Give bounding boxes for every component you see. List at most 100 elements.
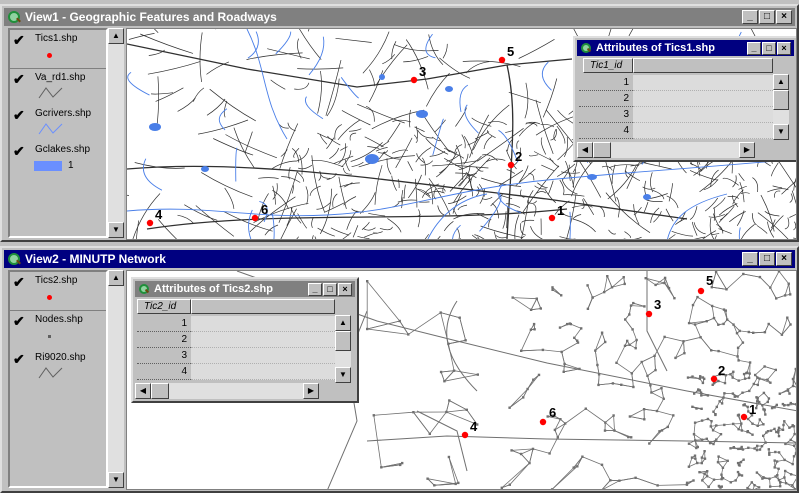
legend-entry-tics1[interactable]: ✔ Tics1.shp: [10, 30, 106, 69]
scroll-down-button[interactable]: ▼: [335, 367, 351, 383]
tic-point[interactable]: [710, 375, 718, 383]
scroll-up-button[interactable]: ▲: [773, 74, 789, 90]
view1-legend-scrollbar[interactable]: ▲ ▼: [108, 28, 124, 238]
row-id[interactable]: 3: [579, 107, 633, 123]
road-segment: [518, 38, 555, 59]
scroll-up-button[interactable]: ▲: [108, 270, 124, 286]
checkmark-icon[interactable]: ✔: [13, 143, 25, 160]
network-link: [711, 305, 715, 319]
row-id[interactable]: 3: [137, 348, 191, 364]
tic-point[interactable]: [548, 214, 556, 222]
scroll-right-button[interactable]: ▶: [739, 142, 755, 158]
checkmark-icon[interactable]: ✔: [13, 313, 25, 330]
scroll-up-button[interactable]: ▲: [108, 28, 124, 44]
tics2-attribute-titlebar[interactable]: Attributes of Tics2.shp _ □ ×: [135, 281, 355, 297]
close-button[interactable]: ×: [776, 10, 792, 24]
tics1-attribute-titlebar[interactable]: Attributes of Tics1.shp _ □ ×: [577, 40, 794, 56]
checkmark-icon[interactable]: ✔: [13, 274, 25, 291]
legend-entry-tics2[interactable]: ✔ Tics2.shp: [10, 272, 106, 311]
row-id[interactable]: 4: [579, 123, 633, 139]
maximize-button[interactable]: □: [759, 10, 775, 24]
tic-point[interactable]: [507, 161, 515, 169]
checkmark-icon[interactable]: ✔: [13, 107, 25, 124]
row-cell[interactable]: [191, 316, 335, 332]
close-button[interactable]: ×: [777, 41, 791, 55]
tic-point[interactable]: [498, 56, 506, 64]
close-button[interactable]: ×: [338, 282, 352, 296]
maximize-button[interactable]: □: [759, 252, 775, 266]
tics2-horizontal-scrollbar[interactable]: ◀ ▶: [135, 383, 319, 399]
minimize-button[interactable]: _: [308, 282, 322, 296]
tics1-horizontal-scrollbar[interactable]: ◀ ▶: [577, 142, 755, 158]
tics1-vertical-scrollbar[interactable]: ▲ ▼: [773, 74, 789, 140]
legend-entry-gclakes[interactable]: ✔ Gclakes.shp 1: [10, 141, 106, 179]
scroll-thumb[interactable]: [773, 90, 789, 110]
row-id[interactable]: 1: [579, 75, 633, 91]
legend-entry-gcrivers[interactable]: ✔ Gcrivers.shp: [10, 105, 106, 143]
checkmark-icon[interactable]: ✔: [13, 351, 25, 368]
scroll-thumb[interactable]: [151, 383, 169, 399]
view2-legend-scrollbar[interactable]: ▲ ▼: [108, 270, 124, 488]
view1-map[interactable]: 123456 Attributes of Tics1.shp _ □ × Tic…: [126, 28, 797, 240]
checkmark-icon[interactable]: ✔: [13, 71, 25, 88]
row-id[interactable]: 2: [137, 332, 191, 348]
row-id[interactable]: 1: [137, 316, 191, 332]
row-id[interactable]: 2: [579, 91, 633, 107]
view1-titlebar[interactable]: View1 - Geographic Features and Roadways…: [4, 8, 795, 26]
maximize-button[interactable]: □: [323, 282, 337, 296]
network-node: [439, 370, 443, 374]
row-cell[interactable]: [191, 348, 335, 364]
tic-point[interactable]: [251, 214, 259, 222]
tic-point[interactable]: [461, 431, 469, 439]
close-button[interactable]: ×: [776, 252, 792, 266]
maximize-button[interactable]: □: [762, 41, 776, 55]
road-segment: [281, 176, 301, 183]
stream-line: [218, 108, 228, 131]
tics2-attribute-window[interactable]: Attributes of Tics2.shp _ □ × Tic2_id 1 …: [131, 277, 359, 403]
network-node: [529, 328, 533, 331]
network-link: [715, 271, 727, 290]
view2-titlebar[interactable]: View2 - MINUTP Network _ □ ×: [4, 250, 795, 268]
tic-point[interactable]: [740, 413, 748, 421]
column-header-blank: [633, 58, 773, 73]
scroll-thumb[interactable]: [335, 331, 351, 351]
road-segment: [471, 117, 492, 127]
tic-point[interactable]: [697, 287, 705, 295]
row-cell[interactable]: [633, 123, 773, 139]
tic-point[interactable]: [645, 310, 653, 318]
legend-entry-ri9020[interactable]: ✔ Ri9020.shp: [10, 349, 106, 387]
minimize-button[interactable]: _: [742, 10, 758, 24]
row-cell[interactable]: [191, 364, 335, 380]
tics1-attribute-window[interactable]: Attributes of Tics1.shp _ □ × Tic1_id 1 …: [573, 36, 796, 162]
column-header[interactable]: Tic2_id: [137, 299, 191, 314]
view2-map[interactable]: 123456 Attributes of Tics2.shp _ □ × Tic…: [126, 270, 797, 490]
row-cell[interactable]: [633, 75, 773, 91]
legend-entry-nodes[interactable]: ✔ Nodes.shp: [10, 311, 106, 349]
checkmark-icon[interactable]: ✔: [13, 32, 25, 49]
scroll-left-button[interactable]: ◀: [135, 383, 151, 399]
scroll-right-button[interactable]: ▶: [303, 383, 319, 399]
row-cell[interactable]: [633, 91, 773, 107]
row-id[interactable]: 4: [137, 364, 191, 380]
scroll-up-button[interactable]: ▲: [335, 315, 351, 331]
row-cell[interactable]: [191, 332, 335, 348]
network-node: [604, 421, 607, 424]
minimize-button[interactable]: _: [742, 252, 758, 266]
minimize-button[interactable]: _: [747, 41, 761, 55]
scroll-down-button[interactable]: ▼: [773, 124, 789, 140]
road-segment: [528, 173, 535, 181]
tics2-vertical-scrollbar[interactable]: ▲ ▼: [335, 315, 351, 383]
scroll-thumb[interactable]: [593, 142, 611, 158]
network-link: [440, 371, 445, 382]
scroll-down-button[interactable]: ▼: [108, 222, 124, 238]
tic-point[interactable]: [539, 418, 547, 426]
row-cell[interactable]: [633, 107, 773, 123]
network-node: [742, 272, 745, 276]
scroll-left-button[interactable]: ◀: [577, 142, 593, 158]
column-header[interactable]: Tic1_id: [583, 58, 633, 73]
network-node: [775, 403, 778, 407]
scroll-down-button[interactable]: ▼: [108, 472, 124, 488]
tic-point[interactable]: [146, 219, 154, 227]
legend-entry-va-rd1[interactable]: ✔ Va_rd1.shp: [10, 69, 106, 107]
tic-point[interactable]: [410, 76, 418, 84]
